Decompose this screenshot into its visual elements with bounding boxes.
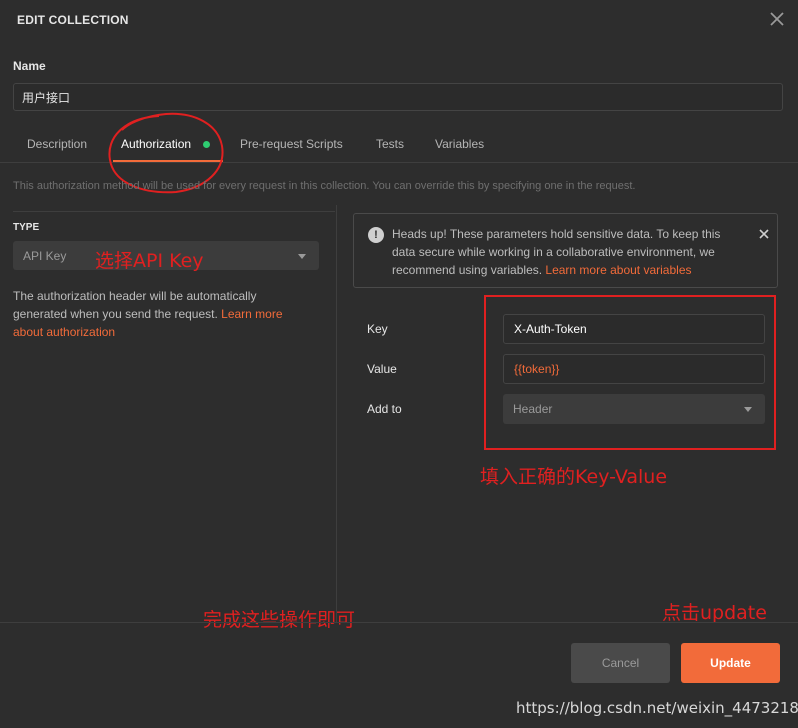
modal-title: EDIT COLLECTION: [17, 13, 129, 27]
auth-info-text: This authorization method will be used f…: [13, 180, 636, 192]
auth-description-text: The authorization header will be automat…: [13, 289, 257, 321]
value-label: Value: [367, 362, 397, 376]
footer-divider: [0, 622, 798, 623]
annotation-box: [484, 295, 776, 450]
update-button[interactable]: Update: [681, 643, 780, 683]
tab-tests[interactable]: Tests: [376, 137, 404, 151]
tab-pre-request-scripts[interactable]: Pre-request Scripts: [240, 137, 343, 151]
divider: [13, 211, 335, 212]
name-label: Name: [13, 59, 46, 73]
watermark: https://blog.csdn.net/weixin_44732183: [516, 699, 798, 717]
tab-description[interactable]: Description: [27, 137, 87, 151]
annotation-done: 完成这些操作即可: [203, 609, 356, 631]
cancel-button[interactable]: Cancel: [571, 643, 670, 683]
sensitive-data-notice: ! Heads up! These parameters hold sensit…: [353, 213, 778, 288]
annotation-select-api-key: 选择API Key: [95, 250, 204, 272]
tab-variables[interactable]: Variables: [435, 137, 484, 151]
name-input[interactable]: [13, 83, 783, 111]
notice-text: Heads up! These parameters hold sensitiv…: [392, 225, 742, 279]
type-label: TYPE: [13, 222, 40, 233]
vertical-divider: [336, 205, 337, 623]
annotation-click-update: 点击update: [662, 602, 767, 624]
close-icon[interactable]: [757, 227, 771, 241]
key-label: Key: [367, 322, 388, 336]
addto-label: Add to: [367, 402, 402, 416]
chevron-down-icon: [298, 254, 306, 259]
auth-description: The authorization header will be automat…: [13, 287, 313, 341]
learn-more-variables-link[interactable]: Learn more about variables: [545, 263, 691, 277]
annotation-fill-key-value: 填入正确的Key-Value: [480, 466, 668, 488]
auth-type-value: API Key: [23, 249, 67, 263]
close-icon[interactable]: [766, 8, 788, 30]
alert-icon: !: [368, 227, 384, 243]
